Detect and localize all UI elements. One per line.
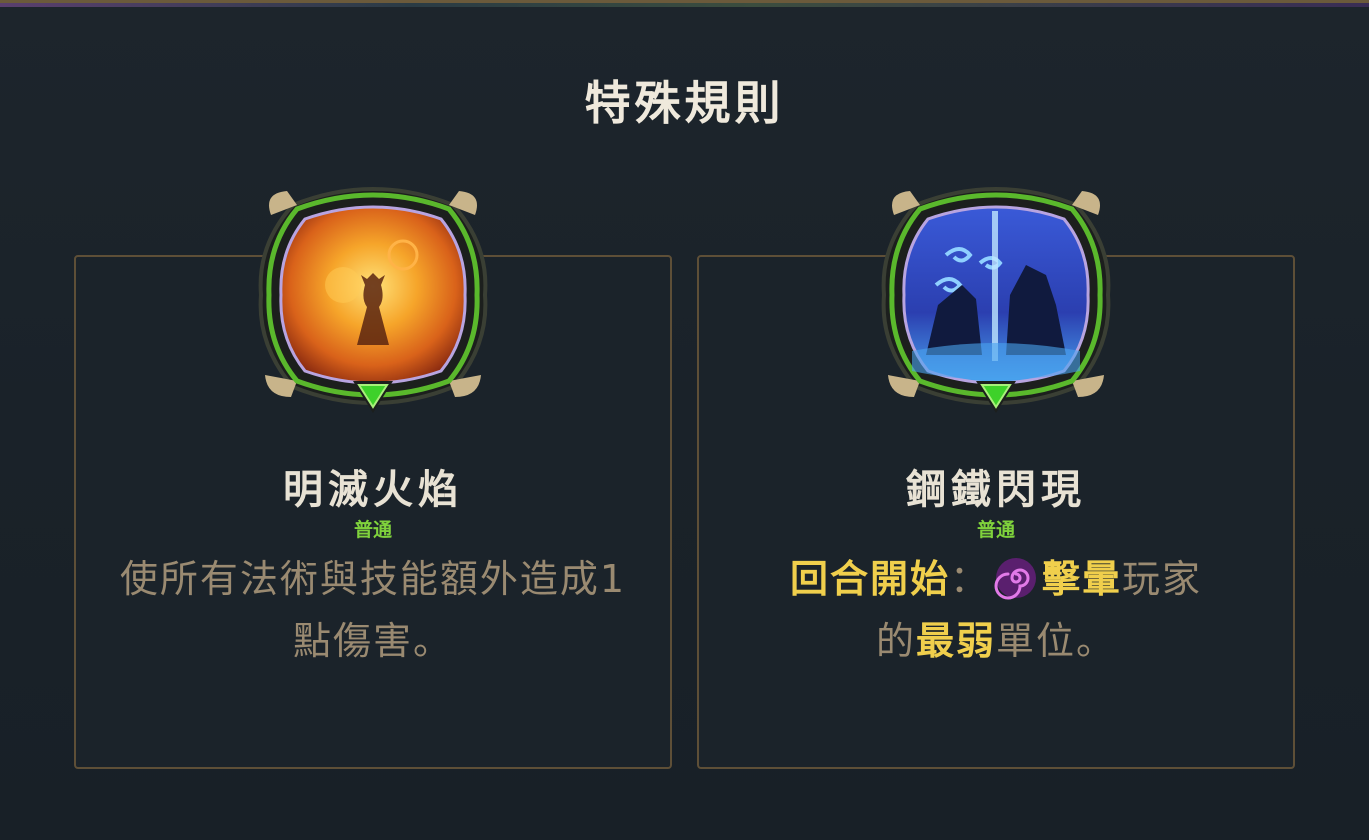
colon: ： (949, 557, 990, 601)
desc-text: 的 (875, 619, 916, 663)
card-name: 鋼鐵閃現 (906, 467, 1086, 513)
card-description: 使所有法術與技能額外造成1點傷害。 (119, 557, 627, 663)
rarity-label: 普通 (976, 519, 1015, 541)
top-art-strip (0, 3, 1369, 7)
keyword-trigger[interactable]: 回合開始 (790, 557, 950, 601)
special-rules-panel: 特殊規則 明滅火焰 普通 使所有法術與技能額外造成1點傷害。 鋼鐵閃現 普通 回… (0, 0, 1369, 840)
spiral-stun-icon (994, 556, 1038, 600)
card-name: 明滅火焰 (283, 467, 463, 513)
panel-title: 特殊規則 (584, 76, 785, 130)
keyword-stun[interactable]: 擊暈 (1042, 557, 1122, 601)
card-description: 回合開始： 擊暈玩家的最弱單位。 (736, 548, 1256, 672)
desc-text: 單位。 (996, 619, 1117, 663)
steel-shadow-icon (876, 175, 1116, 415)
fire-girl-icon (253, 175, 493, 415)
rarity-label: 普通 (353, 519, 392, 541)
desc-text: 玩家 (1122, 557, 1203, 601)
keyword-weakest[interactable]: 最弱 (916, 619, 996, 663)
